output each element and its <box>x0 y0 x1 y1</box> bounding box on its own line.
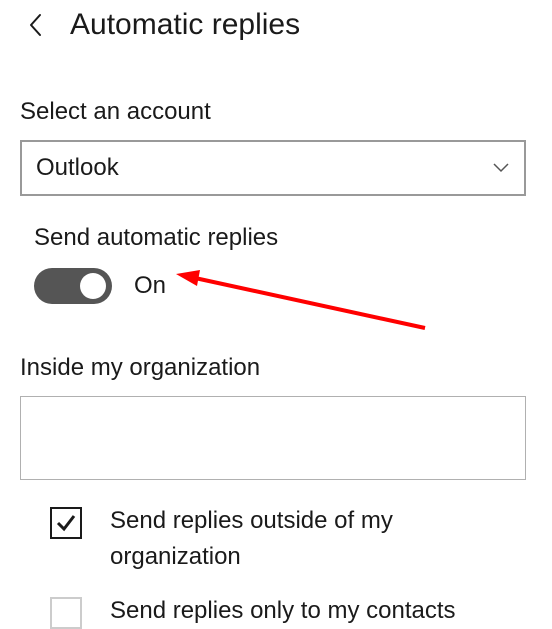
account-select[interactable]: Outlook <box>20 140 526 196</box>
chevron-left-icon <box>28 13 42 37</box>
checkmark-icon <box>55 512 77 534</box>
page-title: Automatic replies <box>70 8 300 42</box>
chevron-down-icon <box>492 162 524 174</box>
contacts-only-checkbox[interactable] <box>50 597 82 629</box>
toggle-state-label: On <box>134 272 166 300</box>
send-auto-replies-label: Send automatic replies <box>20 224 532 252</box>
inside-org-label: Inside my organization <box>20 354 532 382</box>
inside-org-message-input[interactable] <box>20 396 526 480</box>
toggle-knob <box>80 273 106 299</box>
select-account-label: Select an account <box>20 98 532 126</box>
send-outside-label: Send replies outside of my organization <box>110 503 510 575</box>
back-button[interactable] <box>20 10 50 40</box>
contacts-only-label: Send replies only to my contacts <box>110 593 456 629</box>
auto-replies-toggle[interactable] <box>34 268 112 304</box>
account-select-value: Outlook <box>22 154 492 182</box>
send-outside-checkbox[interactable] <box>50 507 82 539</box>
